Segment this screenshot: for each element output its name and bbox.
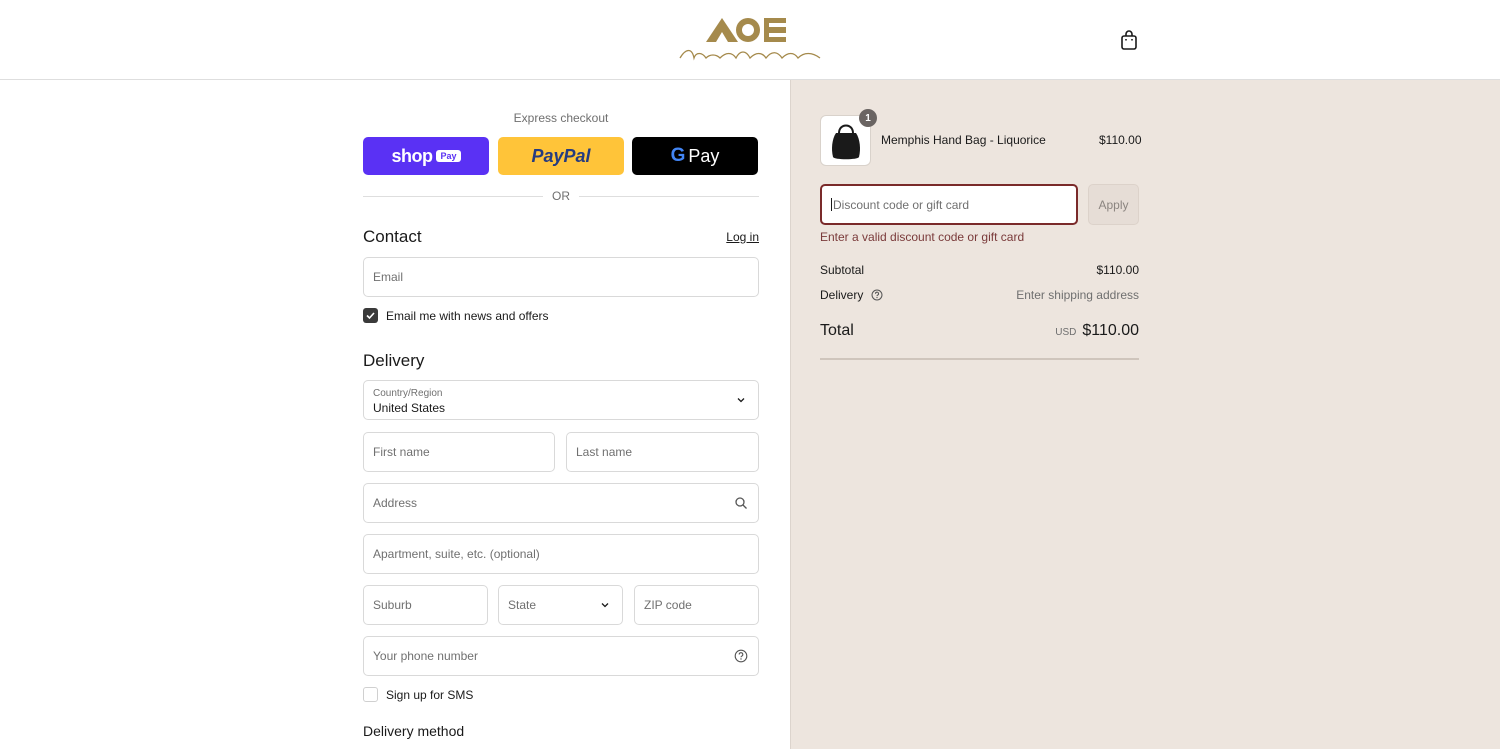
country-label: Country/Region bbox=[373, 387, 443, 399]
login-link[interactable]: Log in bbox=[700, 230, 759, 244]
logo-mark-icon bbox=[679, 18, 821, 61]
phone-field[interactable]: Your phone number bbox=[363, 636, 759, 676]
shop-pay-wordmark: shop bbox=[391, 145, 433, 166]
sms-checkbox-row[interactable]: Sign up for SMS bbox=[363, 687, 473, 702]
summary-divider bbox=[820, 358, 1139, 360]
or-divider: OR bbox=[363, 189, 759, 203]
state-placeholder: State bbox=[508, 598, 537, 612]
cart-button[interactable] bbox=[1117, 28, 1141, 52]
delivery-value: Enter shipping address bbox=[1016, 288, 1139, 302]
google-pay-button[interactable]: G Pay bbox=[632, 137, 758, 175]
chevron-down-icon bbox=[737, 398, 745, 403]
discount-error: Enter a valid discount code or gift card bbox=[820, 230, 1025, 244]
header bbox=[0, 0, 1500, 80]
state-select[interactable]: State bbox=[498, 585, 623, 625]
address-field[interactable]: Address bbox=[363, 483, 759, 523]
country-select[interactable]: Country/Region United States bbox=[363, 380, 759, 420]
suburb-field[interactable]: Suburb bbox=[363, 585, 488, 625]
apply-button[interactable]: Apply bbox=[1088, 184, 1139, 225]
news-label: Email me with news and offers bbox=[386, 308, 549, 323]
subtotal-row: Subtotal $110.00 bbox=[820, 263, 1139, 277]
total-currency: USD bbox=[1055, 327, 1077, 338]
delivery-row: Delivery Enter shipping address bbox=[820, 288, 1139, 302]
subtotal-value: $110.00 bbox=[1096, 263, 1140, 277]
total-row: Total USD $110.00 bbox=[820, 322, 1139, 340]
paypal-wordmark: PayPal bbox=[531, 145, 591, 166]
shopping-bag-icon bbox=[1121, 30, 1137, 50]
google-g-icon: G bbox=[670, 145, 686, 166]
discount-placeholder: Discount code or gift card bbox=[833, 197, 970, 212]
last-name-placeholder: Last name bbox=[576, 445, 633, 459]
total-value: $110.00 bbox=[1082, 322, 1139, 339]
address-placeholder: Address bbox=[373, 496, 418, 510]
suburb-placeholder: Suburb bbox=[373, 598, 412, 612]
handbag-icon bbox=[831, 124, 860, 159]
help-circle-icon[interactable] bbox=[871, 289, 883, 301]
product-name: Memphis Hand Bag - Liquorice bbox=[881, 133, 1046, 147]
phone-placeholder: Your phone number bbox=[373, 649, 478, 663]
discount-input[interactable]: Discount code or gift card bbox=[820, 184, 1078, 225]
first-name-field[interactable]: First name bbox=[363, 432, 555, 472]
quantity-badge: 1 bbox=[859, 109, 877, 127]
email-placeholder: Email bbox=[373, 270, 404, 284]
google-pay-label: Pay bbox=[688, 145, 720, 166]
apartment-field[interactable]: Apartment, suite, etc. (optional) bbox=[363, 534, 759, 574]
subtotal-label: Subtotal bbox=[820, 263, 865, 277]
chevron-down-icon bbox=[601, 603, 609, 608]
zip-field[interactable]: ZIP code bbox=[634, 585, 759, 625]
apartment-placeholder: Apartment, suite, etc. (optional) bbox=[373, 547, 540, 561]
sms-checkbox[interactable] bbox=[363, 687, 378, 702]
checkout-form: Express checkout shop Pay PayPal G Pay O… bbox=[0, 80, 790, 749]
email-field[interactable]: Email bbox=[363, 257, 759, 297]
shop-pay-badge: Pay bbox=[436, 150, 461, 162]
express-checkout-title: Express checkout bbox=[513, 111, 609, 125]
contact-title: Contact bbox=[363, 227, 422, 246]
last-name-field[interactable]: Last name bbox=[566, 432, 759, 472]
first-name-placeholder: First name bbox=[373, 445, 430, 459]
country-value: United States bbox=[373, 400, 446, 415]
check-icon bbox=[366, 312, 375, 320]
sms-label: Sign up for SMS bbox=[386, 687, 474, 702]
delivery-title: Delivery bbox=[363, 351, 425, 370]
product-price: $110.00 bbox=[1099, 133, 1142, 147]
delivery-label: Delivery bbox=[820, 288, 864, 302]
delivery-method-title: Delivery method bbox=[363, 723, 465, 739]
total-label: Total bbox=[820, 322, 854, 339]
news-checkbox-row[interactable]: Email me with news and offers bbox=[363, 308, 549, 323]
paypal-button[interactable]: PayPal bbox=[498, 137, 624, 175]
search-icon bbox=[735, 497, 747, 509]
shop-pay-button[interactable]: shop Pay bbox=[363, 137, 489, 175]
order-summary: 1 Memphis Hand Bag - Liquorice $110.00 D… bbox=[790, 80, 1500, 749]
help-circle-icon[interactable] bbox=[734, 649, 748, 663]
text-caret bbox=[831, 198, 832, 211]
brand-logo[interactable] bbox=[676, 14, 824, 64]
news-checkbox[interactable] bbox=[363, 308, 378, 323]
zip-placeholder: ZIP code bbox=[644, 598, 692, 612]
